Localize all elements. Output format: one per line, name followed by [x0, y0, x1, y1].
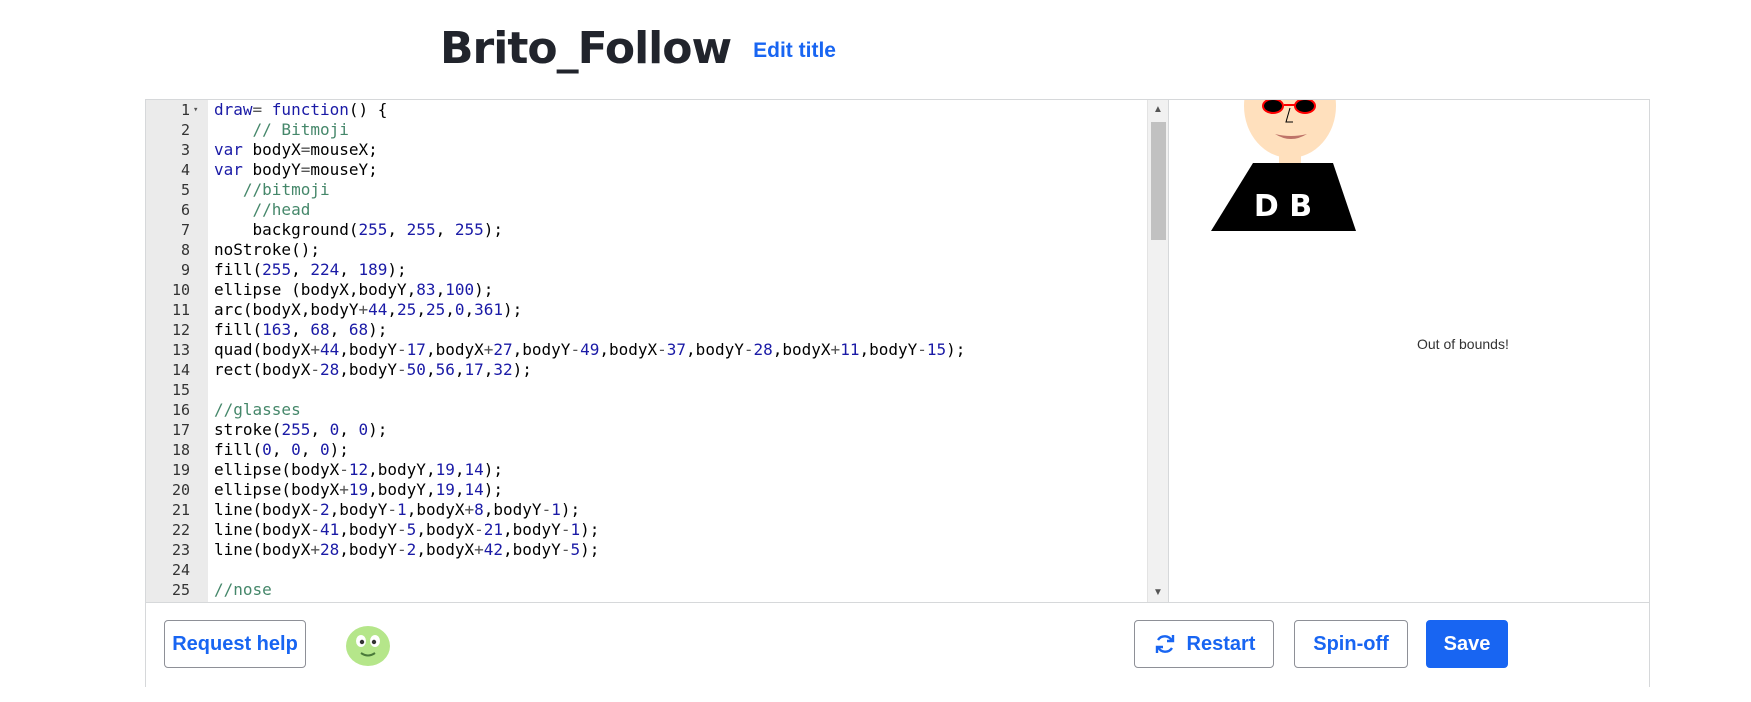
line-number: 2: [180, 121, 190, 139]
code-text: ellipse (bodyX,bodyY,83,100);: [214, 280, 494, 299]
code-text: //head: [252, 200, 311, 219]
restart-icon: [1153, 632, 1177, 656]
spin-off-label: Spin-off: [1313, 632, 1389, 655]
edit-title-link[interactable]: Edit title: [753, 39, 836, 63]
line-number: 6: [180, 201, 190, 219]
code-text: noStroke();: [214, 240, 320, 259]
line-number: 10: [171, 281, 190, 299]
code-text: //nose: [214, 580, 272, 599]
line-number: 20: [171, 481, 190, 499]
line-number: 14: [171, 361, 190, 379]
code-text: stroke(255, 0, 0);: [214, 420, 388, 439]
line-number: 8: [180, 241, 190, 259]
out-of-bounds-message: Out of bounds!: [1417, 336, 1509, 352]
editor-scrollbar[interactable]: ▲ ▼: [1147, 100, 1168, 602]
line-number: 19: [171, 461, 190, 479]
line-number: 25: [171, 581, 190, 599]
bitmoji-glasses-right: [1294, 100, 1316, 114]
code-text: //glasses: [214, 400, 301, 419]
code-text: rect(bodyX-28,bodyY-50,56,17,32);: [214, 360, 532, 379]
line-number: 13: [171, 341, 190, 359]
avatar: [346, 626, 390, 666]
request-help-button[interactable]: Request help: [164, 620, 306, 668]
code-text: line(bodyX+28,bodyY-2,bodyX+42,bodyY-5);: [214, 540, 600, 559]
output-canvas[interactable]: D B Out of bounds!: [1168, 100, 1649, 602]
code-text: fill(163, 68, 68);: [214, 320, 388, 339]
line-number: 17: [171, 421, 190, 439]
restart-button[interactable]: Restart: [1134, 620, 1274, 668]
line-number: 16: [171, 401, 190, 419]
save-button[interactable]: Save: [1426, 620, 1508, 668]
code-text: fill(255, 224, 189);: [214, 260, 407, 279]
code-text: arc(bodyX,bodyY+44,25,25,0,361);: [214, 300, 523, 319]
scroll-down-icon[interactable]: ▼: [1153, 587, 1163, 598]
scroll-up-icon[interactable]: ▲: [1153, 104, 1163, 115]
line-number: 18: [171, 441, 190, 459]
fold-toggle-icon[interactable]: ▾: [193, 100, 198, 120]
line-number: 12: [171, 321, 190, 339]
restart-label: Restart: [1186, 632, 1256, 655]
line-number: 23: [171, 541, 190, 559]
line-number: 3: [180, 141, 190, 159]
bottom-toolbar: Request help Restart Spin-off Save: [146, 602, 1649, 687]
code-text: draw= function() {: [214, 100, 388, 119]
line-number: 15: [171, 381, 190, 399]
code-text: var bodyY=mouseY;: [214, 160, 378, 179]
line-number: 7: [180, 221, 190, 239]
code-text: // Bitmoji: [252, 120, 349, 139]
code-text: quad(bodyX+44,bodyY-17,bodyX+27,bodyY-49…: [214, 340, 966, 359]
line-number: 24: [171, 561, 190, 579]
title-row: Brito_Follow Edit title: [440, 18, 836, 78]
code-text: ellipse(bodyX+19,bodyY,19,14);: [214, 480, 504, 499]
line-number: 22: [171, 521, 190, 539]
code-editor[interactable]: 1 ▾ draw= function() { 2 // Bitmoji 3 var bod…: [146, 100, 1147, 602]
scrollbar-thumb[interactable]: [1151, 122, 1166, 240]
code-text: background(255, 255, 255);: [214, 220, 504, 239]
request-help-label: Request help: [172, 632, 298, 655]
bitmoji-glasses-left: [1262, 100, 1284, 114]
code-text: var bodyX=mouseX;: [214, 140, 378, 159]
line-number: 11: [171, 301, 190, 319]
bitmoji-shirt-text: D B: [1254, 189, 1312, 224]
line-number: 21: [171, 501, 190, 519]
bitmoji-drawing: D B: [1211, 100, 1356, 231]
code-text: ellipse(bodyX-12,bodyY,19,14);: [214, 460, 504, 479]
page-title: Brito_Follow: [440, 22, 732, 74]
line-number: 9: [180, 261, 190, 279]
line-number: 5: [180, 181, 190, 199]
spin-off-button[interactable]: Spin-off: [1294, 620, 1408, 668]
line-number: 1: [180, 101, 190, 119]
editor-frame: 1 ▾ draw= function() { 2 // Bitmoji 3 var bod…: [145, 99, 1650, 687]
code-text: fill(0, 0, 0);: [214, 440, 349, 459]
code-text: line(bodyX-2,bodyY-1,bodyX+8,bodyY-1);: [214, 500, 581, 519]
code-text: line(bodyX-41,bodyY-5,bodyX-21,bodyY-1);: [214, 520, 600, 539]
line-number: 4: [180, 161, 190, 179]
save-label: Save: [1443, 632, 1491, 655]
code-text: //bitmoji: [242, 180, 330, 199]
